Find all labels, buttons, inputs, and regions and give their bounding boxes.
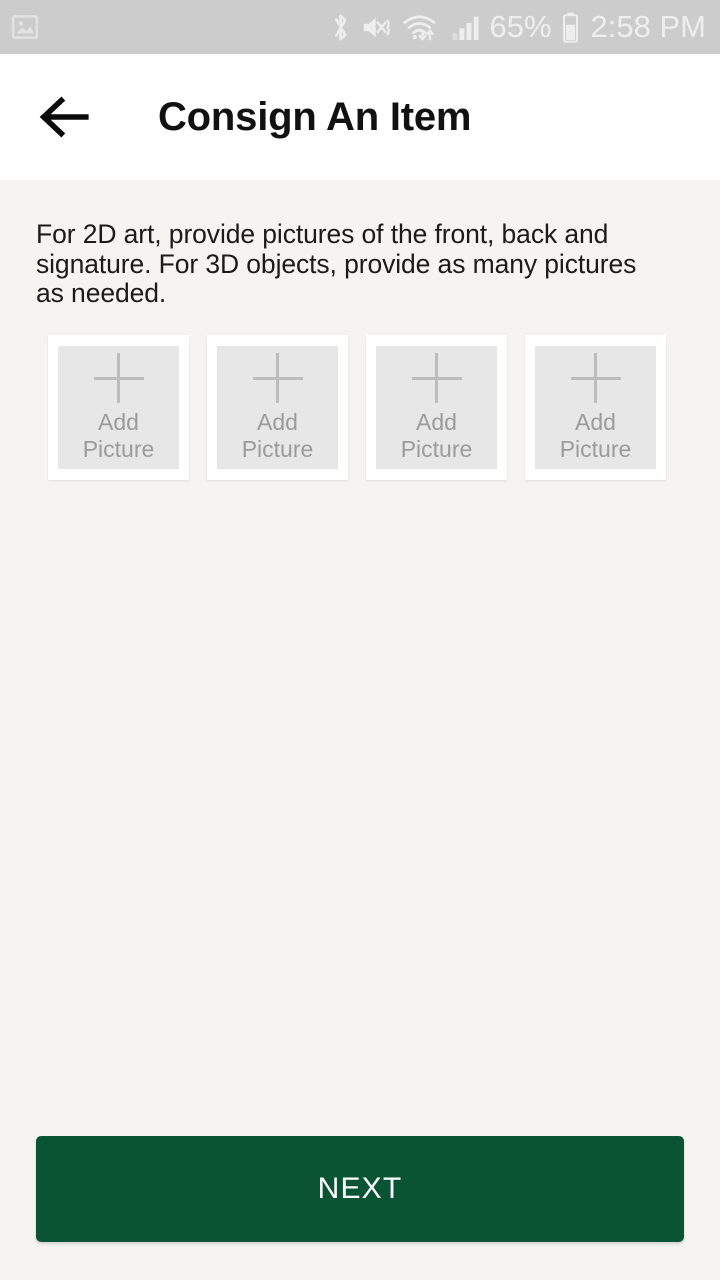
picture-tiles-row: Add Picture Add Picture Add Picture Add … xyxy=(36,335,684,481)
back-arrow-icon xyxy=(39,96,89,138)
plus-icon xyxy=(252,353,303,404)
add-picture-tile-3-inner: Add Picture xyxy=(376,346,497,470)
add-picture-label: Add Picture xyxy=(83,409,155,461)
add-picture-tile-3[interactable]: Add Picture xyxy=(366,335,507,481)
plus-icon xyxy=(411,353,462,404)
battery-percent-label: 65% xyxy=(489,8,552,44)
back-button[interactable] xyxy=(38,92,94,142)
add-picture-label-line1: Add xyxy=(575,409,616,436)
app-screen: 65% 2:58 PM Consign An Item For 2D art, … xyxy=(0,0,720,1280)
add-picture-tile-2[interactable]: Add Picture xyxy=(207,335,348,481)
cellular-signal-icon xyxy=(451,16,479,40)
page-title: Consign An Item xyxy=(158,94,472,139)
wifi-transfer-icon xyxy=(402,14,435,40)
add-picture-label-line1: Add xyxy=(98,409,139,436)
add-picture-label-line2: Picture xyxy=(82,435,155,462)
app-bar: Consign An Item xyxy=(0,54,720,180)
instructions-text: For 2D art, provide pictures of the fron… xyxy=(36,219,637,309)
add-picture-tile-1[interactable]: Add Picture xyxy=(48,335,189,481)
add-picture-label-line1: Add xyxy=(257,409,298,436)
battery-icon xyxy=(562,12,578,43)
add-picture-label-line2: Picture xyxy=(241,435,314,462)
add-picture-tile-4[interactable]: Add Picture xyxy=(525,335,666,481)
add-picture-label-line1: Add xyxy=(416,409,457,436)
content-area: For 2D art, provide pictures of the fron… xyxy=(0,180,720,1280)
gallery-photo-icon xyxy=(11,15,39,39)
add-picture-label: Add Picture xyxy=(401,409,473,461)
next-button[interactable]: NEXT xyxy=(36,1136,684,1242)
add-picture-tile-2-inner: Add Picture xyxy=(217,346,338,470)
add-picture-tile-4-inner: Add Picture xyxy=(535,346,656,470)
add-picture-label-line2: Picture xyxy=(400,435,473,462)
add-picture-label: Add Picture xyxy=(242,409,314,461)
bluetooth-icon xyxy=(334,14,346,40)
add-picture-label-line2: Picture xyxy=(559,435,632,462)
sound-mute-vibrate-icon xyxy=(363,17,390,37)
status-bar: 65% 2:58 PM xyxy=(0,0,720,54)
plus-icon xyxy=(93,353,144,404)
footer: NEXT xyxy=(0,1136,720,1242)
clock-label: 2:58 PM xyxy=(590,8,706,44)
plus-icon xyxy=(570,353,621,404)
status-bar-system-icons: 65% 2:58 PM xyxy=(329,8,706,44)
status-bar-notifications xyxy=(10,12,40,42)
add-picture-label: Add Picture xyxy=(560,409,632,461)
add-picture-tile-1-inner: Add Picture xyxy=(58,346,179,470)
